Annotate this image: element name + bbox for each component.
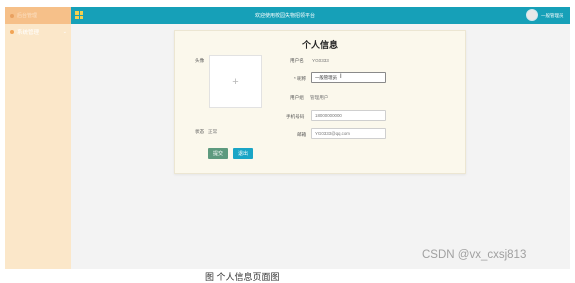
logo-icon [10, 13, 14, 18]
system-icon [10, 29, 14, 34]
role-value: 管理用户 [310, 95, 329, 100]
sidebar-item-label: 系统管理 [17, 29, 40, 36]
sidebar: 系统管理 ⌄ [5, 24, 71, 269]
status-label: 状态 [195, 129, 205, 134]
role-label: 用户组 [290, 95, 304, 100]
watermark: CSDN @vx_cxsj813 [422, 249, 527, 261]
avatar-upload[interactable]: + [209, 55, 262, 108]
email-field[interactable]: YG0333@qq.com [311, 128, 386, 139]
email-label: 邮箱 [297, 132, 307, 137]
menu-grid-icon[interactable] [75, 11, 83, 19]
figure-caption: 图 个人信息页面图 [205, 272, 280, 282]
username-label: 用户名 [290, 58, 304, 63]
submit-button[interactable]: 提交 [208, 148, 228, 159]
plus-icon: + [232, 75, 239, 88]
status-value: 正常 [208, 129, 218, 134]
phone-field[interactable]: 18000000000 [311, 110, 386, 121]
main-content: 个人信息 头像 + 状态 正常 用户名 YG0333 * 昵称 一般管理员 I … [71, 24, 570, 269]
user-name[interactable]: 一般管理员 [541, 13, 564, 19]
text-cursor-icon: I [340, 74, 342, 80]
chevron-down-icon: ⌄ [62, 28, 67, 35]
nickname-field[interactable]: 一般管理员 [311, 72, 386, 83]
site-title: 欢迎使用校园失物招领平台 [255, 13, 316, 19]
nickname-label: * 昵称 [294, 76, 307, 81]
user-avatar[interactable] [526, 9, 538, 21]
sidebar-title: 后台管理 [17, 13, 38, 19]
sidebar-header: 后台管理 [5, 7, 71, 24]
top-bar: 后台管理 欢迎使用校园失物招领平台 一般管理员 [5, 7, 570, 24]
logout-button[interactable]: 退出 [233, 148, 253, 159]
page-title: 个人信息 [301, 40, 338, 50]
app-window: 后台管理 欢迎使用校园失物招领平台 一般管理员 系统管理 ⌄ 个人信息 头像 +… [0, 0, 575, 282]
avatar-label: 头像 [195, 58, 205, 63]
profile-card: 个人信息 头像 + 状态 正常 用户名 YG0333 * 昵称 一般管理员 I … [174, 30, 466, 174]
username-value: YG0333 [312, 58, 329, 63]
phone-label: 手机号码 [286, 114, 305, 119]
sidebar-item-system[interactable]: 系统管理 ⌄ [5, 26, 71, 37]
